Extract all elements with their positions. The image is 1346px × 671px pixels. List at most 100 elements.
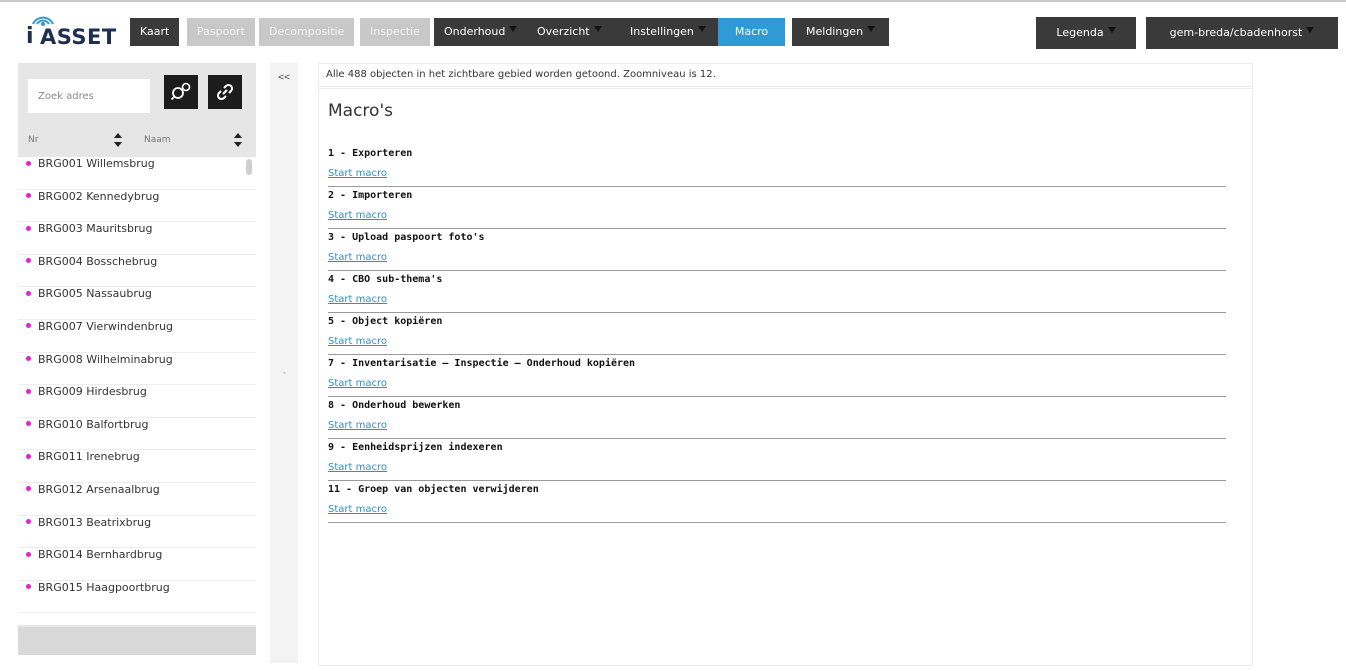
logo-letter-i: i — [26, 24, 34, 49]
object-marker-icon — [26, 421, 31, 427]
list-item-label: BRG009 Hirdesbrug — [38, 385, 147, 399]
list-item[interactable]: BRG003 Mauritsbrug — [18, 222, 256, 255]
start-macro-link[interactable]: Start macro — [328, 335, 387, 349]
object-marker-icon — [26, 584, 31, 590]
start-macro-link[interactable]: Start macro — [328, 167, 387, 181]
macro-title: 4 - CBO sub-thema's — [328, 274, 443, 285]
macro-item: 5 - Object kopiëren Start macro — [328, 313, 1226, 355]
macro-panel: Macro's 1 - Exporteren Start macro 2 - I… — [318, 88, 1253, 666]
start-macro-link[interactable]: Start macro — [328, 209, 387, 223]
list-item[interactable]: BRG015 Haagpoortbrug — [18, 581, 256, 614]
list-item-label: BRG007 Vierwindenbrug — [38, 319, 174, 333]
chevron-down-icon — [1306, 27, 1315, 33]
macro-title: 1 - Exporteren — [328, 148, 413, 159]
list-item[interactable]: BRG007 Vierwindenbrug — [18, 320, 256, 353]
sort-by-naam[interactable]: Naam — [136, 125, 256, 155]
list-item[interactable]: BRG008 Wilhelminabrug — [18, 353, 256, 386]
list-item-label: BRG002 Kennedybrug — [38, 189, 160, 203]
object-marker-icon — [26, 519, 31, 525]
object-marker-icon — [26, 356, 31, 362]
macro-item: 9 - Eenheidsprijzen indexeren Start macr… — [328, 439, 1226, 481]
sort-naam-label: Naam — [144, 135, 171, 145]
macro-item: 11 - Groep van objecten verwijderen Star… — [328, 481, 1226, 523]
user-name-label: gem-breda/cbadenhorst — [1169, 26, 1303, 39]
list-item[interactable]: BRG009 Hirdesbrug — [18, 385, 256, 418]
tab-inspectie-label: Inspectie — [370, 25, 420, 38]
macro-item: 4 - CBO sub-thema's Start macro — [328, 271, 1226, 313]
search-objects-button[interactable] — [164, 75, 198, 109]
start-macro-link[interactable]: Start macro — [328, 419, 387, 433]
chevron-down-icon — [593, 26, 602, 32]
tab-overzicht[interactable]: Overzicht — [521, 18, 618, 46]
list-item-label: BRG005 Nassaubrug — [38, 287, 152, 301]
object-marker-icon — [26, 258, 31, 264]
macro-item: 7 - Inventarisatie – Inspectie – Onderho… — [328, 355, 1226, 397]
start-macro-link[interactable]: Start macro — [328, 251, 387, 265]
list-item[interactable]: BRG010 Balfortbrug — [18, 418, 256, 451]
address-search-input[interactable] — [28, 79, 150, 113]
start-macro-link[interactable]: Start macro — [328, 503, 387, 517]
macro-title: 2 - Importeren — [328, 190, 413, 201]
user-menu-button[interactable]: gem-breda/cbadenhorst — [1146, 17, 1338, 49]
list-item[interactable]: BRG014 Bernhardbrug — [18, 548, 256, 581]
tab-paspoort-label: Paspoort — [197, 25, 245, 38]
list-item-label: BRG008 Wilhelminabrug — [38, 352, 173, 366]
tab-onderhoud-label: Onderhoud — [444, 25, 506, 38]
tab-paspoort[interactable]: Paspoort — [187, 18, 255, 46]
list-item[interactable]: BRG011 Irenebrug — [18, 450, 256, 483]
start-macro-link[interactable]: Start macro — [328, 377, 387, 391]
tab-kaart[interactable]: Kaart — [130, 18, 180, 46]
tab-kaart-label: Kaart — [140, 25, 170, 38]
list-item-label: BRG011 Irenebrug — [38, 450, 140, 464]
object-marker-icon — [26, 388, 31, 394]
legenda-button[interactable]: Legenda — [1036, 17, 1136, 49]
search-icon — [170, 82, 191, 101]
list-item-label: BRG001 Willemsbrug — [38, 157, 155, 170]
macro-title: 5 - Object kopiëren — [328, 316, 443, 327]
sort-arrows-icon — [234, 133, 242, 147]
top-navigation-bar: i ASSET Kaart Paspoort Decompositie Insp… — [0, 0, 1346, 55]
macro-item: 3 - Upload paspoort foto's Start macro — [328, 229, 1226, 271]
map-info-bar: Alle 488 objecten in het zichtbare gebie… — [318, 63, 1253, 87]
resize-handle-icon[interactable]: • — [282, 369, 287, 378]
link-button[interactable] — [208, 75, 242, 109]
start-macro-link[interactable]: Start macro — [328, 461, 387, 475]
collapse-sidebar-button[interactable]: << — [270, 69, 298, 87]
object-marker-icon — [26, 551, 31, 557]
iasset-logo[interactable]: i ASSET — [22, 10, 122, 52]
tab-meldingen-label: Meldingen — [806, 25, 864, 38]
chevron-down-icon — [509, 26, 518, 32]
tab-decompositie-label: Decompositie — [269, 25, 345, 38]
list-scrollbar[interactable] — [246, 159, 252, 175]
page-title: Macro's — [328, 101, 393, 121]
tab-instellingen[interactable]: Instellingen — [614, 18, 722, 46]
object-marker-icon — [26, 160, 31, 166]
list-item-label: BRG013 Beatrixbrug — [38, 515, 152, 529]
object-marker-icon — [26, 193, 31, 199]
tab-meldingen[interactable]: Meldingen — [792, 18, 890, 46]
sort-by-nr[interactable]: Nr — [18, 125, 128, 155]
list-item[interactable]: BRG012 Arsenaalbrug — [18, 483, 256, 516]
object-marker-icon — [26, 323, 31, 329]
list-item-label: BRG015 Haagpoortbrug — [38, 580, 170, 594]
list-item[interactable]: BRG002 Kennedybrug — [18, 190, 256, 223]
macro-list: 1 - Exporteren Start macro 2 - Importere… — [328, 145, 1226, 523]
macro-title: 11 - Groep van objecten verwijderen — [328, 484, 539, 495]
chevron-down-icon — [867, 26, 876, 32]
macro-title: 3 - Upload paspoort foto's — [328, 232, 485, 243]
object-list: BRG001 Willemsbrug BRG002 Kennedybrug BR… — [18, 157, 256, 625]
list-item[interactable]: BRG013 Beatrixbrug — [18, 516, 256, 549]
start-macro-link[interactable]: Start macro — [328, 293, 387, 307]
tab-instellingen-label: Instellingen — [630, 25, 694, 38]
tab-macro[interactable]: Macro — [718, 18, 785, 46]
tab-onderhoud[interactable]: Onderhoud — [434, 18, 528, 46]
list-item[interactable]: BRG004 Bosschebrug — [18, 255, 256, 288]
macro-title: 9 - Eenheidsprijzen indexeren — [328, 442, 503, 453]
tab-decompositie[interactable]: Decompositie — [259, 18, 355, 46]
list-item[interactable]: BRG001 Willemsbrug — [18, 157, 256, 190]
tab-inspectie[interactable]: Inspectie — [360, 18, 430, 46]
list-item[interactable]: BRG005 Nassaubrug — [18, 287, 256, 320]
macro-title: 7 - Inventarisatie – Inspectie – Onderho… — [328, 358, 636, 369]
chevron-down-icon — [1107, 27, 1116, 33]
chevron-down-icon — [697, 26, 706, 32]
